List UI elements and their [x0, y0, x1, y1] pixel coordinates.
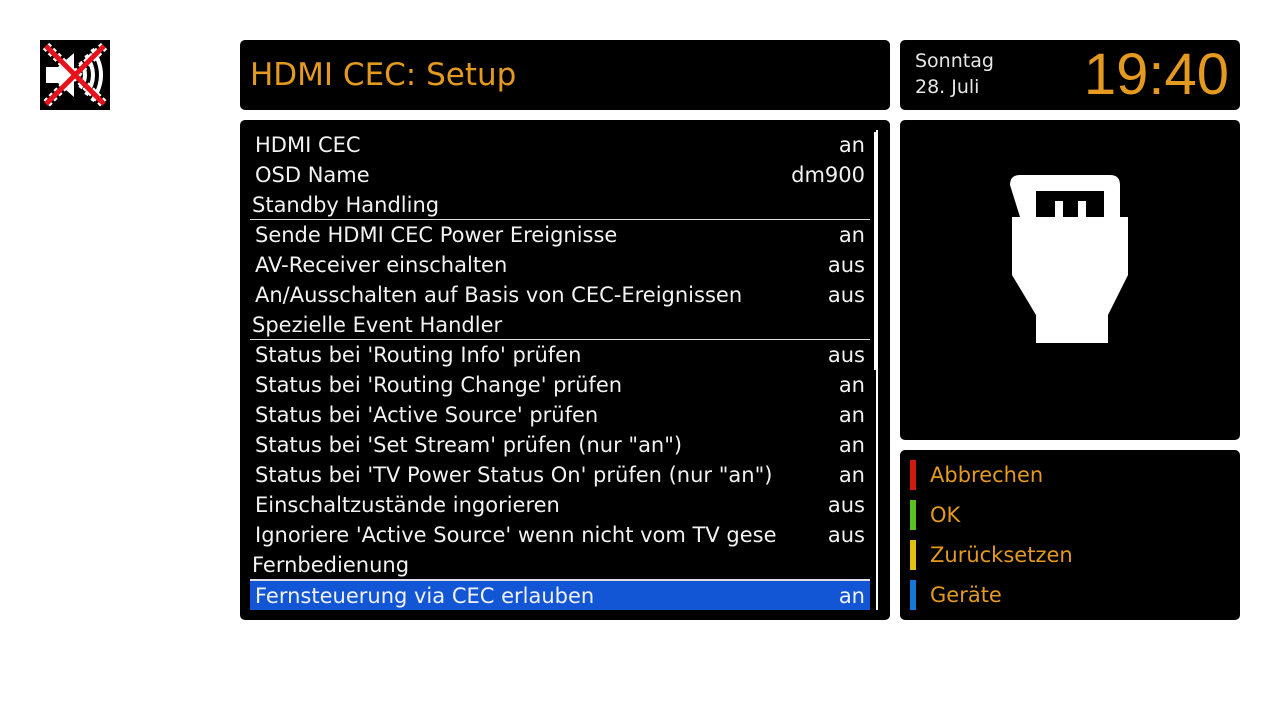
settings-list: HDMI CEC an OSD Name dm900 Standby Handling S… — [250, 130, 870, 610]
date-label: 28. Juli — [915, 76, 980, 98]
color-keys-panel: Abbrechen OK Zurücksetzen Geräte — [900, 450, 1240, 620]
menu-item-value[interactable]: an — [839, 370, 865, 400]
menu-item[interactable]: HDMI CEC an — [250, 130, 870, 160]
menu-item[interactable]: Status bei 'Set Stream' prüfen (nur "an"… — [250, 430, 870, 460]
menu-item-value[interactable]: an — [839, 130, 865, 160]
color-key-label: Abbrechen — [930, 463, 1044, 487]
menu-item[interactable]: OSD Name dm900 — [250, 160, 870, 190]
menu-item-label: Status bei 'Set Stream' prüfen (nur "an"… — [255, 433, 683, 457]
preview-panel — [900, 120, 1240, 440]
mute-icon — [40, 40, 110, 110]
section-header: Standby Handling — [250, 190, 870, 220]
menu-item-label: Ignoriere 'Active Source' wenn nicht vom… — [255, 523, 777, 547]
mute-indicator — [40, 40, 110, 110]
hdmi-plug-icon — [1010, 175, 1128, 343]
settings-list-panel: HDMI CEC an OSD Name dm900 Standby Handling S… — [240, 120, 890, 620]
menu-item-selected[interactable]: Fernsteuerung via CEC erlauben an — [250, 580, 870, 610]
blue-key-devices[interactable]: Geräte — [910, 580, 1210, 610]
menu-item-value[interactable]: an — [839, 400, 865, 430]
menu-item-value[interactable]: an — [839, 430, 865, 460]
color-key-bar — [910, 580, 916, 610]
clock-panel: Sonntag 28. Juli 19:40 — [900, 40, 1240, 110]
scrollbar-thumb[interactable] — [874, 132, 878, 370]
menu-item-value[interactable]: aus — [828, 340, 865, 370]
menu-item-label: An/Ausschalten auf Basis von CEC-Ereigni… — [255, 283, 743, 307]
red-key-cancel[interactable]: Abbrechen — [910, 460, 1210, 490]
clock-time: 19:40 — [1083, 42, 1229, 107]
menu-item-label: HDMI CEC — [255, 133, 361, 157]
menu-item[interactable]: Status bei 'Active Source' prüfen an — [250, 400, 870, 430]
menu-item-label: Status bei 'Routing Info' prüfen — [255, 343, 582, 367]
page-title: HDMI CEC: Setup — [250, 57, 517, 93]
weekday-label: Sonntag — [915, 50, 994, 72]
menu-item-label: OSD Name — [255, 163, 370, 187]
menu-item-label: AV-Receiver einschalten — [255, 253, 508, 277]
color-key-bar — [910, 540, 916, 570]
menu-item-value[interactable]: aus — [828, 520, 865, 550]
section-label: Standby Handling — [252, 193, 440, 217]
menu-item[interactable]: Status bei 'Routing Change' prüfen an — [250, 370, 870, 400]
color-key-label: Zurücksetzen — [930, 543, 1073, 567]
title-panel: HDMI CEC: Setup — [240, 40, 890, 110]
menu-item-label: Einschaltzustände ingorieren — [255, 493, 560, 517]
menu-item[interactable]: An/Ausschalten auf Basis von CEC-Ereigni… — [250, 280, 870, 310]
section-header: Spezielle Event Handler — [250, 310, 870, 340]
section-header: Fernbedienung — [250, 550, 870, 580]
menu-item-value[interactable]: an — [839, 460, 865, 490]
menu-item[interactable]: Einschaltzustände ingorieren aus — [250, 490, 870, 520]
menu-item-value[interactable]: dm900 — [791, 160, 865, 190]
menu-item[interactable]: Ignoriere 'Active Source' wenn nicht vom… — [250, 520, 870, 550]
menu-item-label: Status bei 'Active Source' prüfen — [255, 403, 599, 427]
section-label: Fernbedienung — [252, 553, 410, 577]
menu-item-value[interactable]: aus — [828, 490, 865, 520]
menu-item[interactable]: Sende HDMI CEC Power Ereignisse an — [250, 220, 870, 250]
menu-item-value[interactable]: an — [839, 581, 865, 611]
menu-item-value[interactable]: an — [839, 220, 865, 250]
menu-item-label: Sende HDMI CEC Power Ereignisse — [255, 223, 618, 247]
yellow-key-reset[interactable]: Zurücksetzen — [910, 540, 1210, 570]
menu-item-value[interactable]: aus — [828, 280, 865, 310]
green-key-ok[interactable]: OK — [910, 500, 1210, 530]
menu-item[interactable]: Status bei 'Routing Info' prüfen aus — [250, 340, 870, 370]
menu-item-label: Status bei 'Routing Change' prüfen — [255, 373, 623, 397]
menu-item-label: Status bei 'TV Power Status On' prüfen (… — [255, 463, 773, 487]
section-label: Spezielle Event Handler — [252, 313, 503, 337]
menu-item-value[interactable]: aus — [828, 250, 865, 280]
menu-item-label: Fernsteuerung via CEC erlauben — [255, 584, 595, 608]
color-key-bar — [910, 460, 916, 490]
menu-item[interactable]: Status bei 'TV Power Status On' prüfen (… — [250, 460, 870, 490]
menu-item[interactable]: AV-Receiver einschalten aus — [250, 250, 870, 280]
color-key-label: OK — [930, 503, 961, 527]
color-key-bar — [910, 500, 916, 530]
color-key-label: Geräte — [930, 583, 1002, 607]
